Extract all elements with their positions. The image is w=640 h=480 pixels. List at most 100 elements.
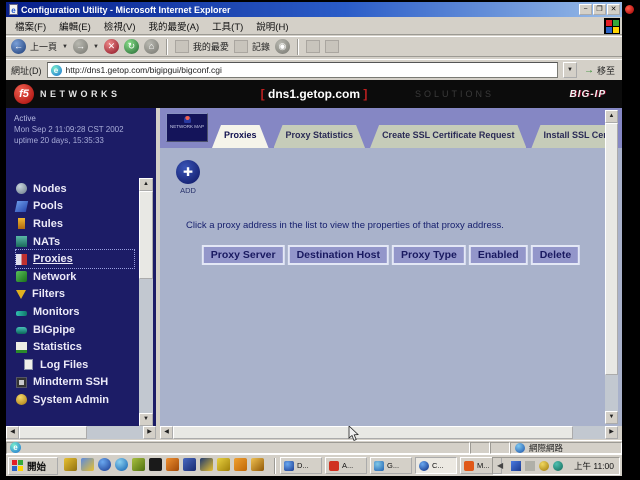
close-button[interactable]: ✕	[607, 4, 620, 15]
hostname: dns1.getop.com	[268, 87, 360, 101]
scroll-left-icon[interactable]: ◀	[6, 426, 19, 439]
home-icon[interactable]: ⌂	[144, 39, 159, 54]
quick-launch-icon[interactable]	[132, 458, 145, 471]
print-icon[interactable]	[325, 40, 339, 53]
quick-launch-icon[interactable]	[115, 458, 128, 471]
tab-install-ssl-certificate[interactable]: Install SSL Certif	[531, 125, 612, 148]
start-button[interactable]: 開始	[8, 457, 58, 475]
task-button[interactable]: D...	[280, 457, 322, 474]
tray-icon[interactable]	[511, 461, 521, 471]
menu-tools[interactable]: 工具(T)	[212, 19, 243, 33]
go-button[interactable]: → 移至	[582, 64, 617, 77]
sidebar-item-filters[interactable]: Filters	[16, 286, 134, 304]
favorites-icon[interactable]	[175, 40, 189, 53]
menu-help[interactable]: 說明(H)	[256, 19, 288, 33]
sidebar-horizontal-scrollbar[interactable]: ◀ ▶	[6, 426, 156, 439]
scroll-left-icon[interactable]: ◀	[160, 426, 173, 439]
quick-launch-icon[interactable]	[200, 458, 213, 471]
tab-create-ssl-certificate-request[interactable]: Create SSL Certificate Request	[370, 125, 526, 148]
sidebar-item-rules[interactable]: Rules	[16, 215, 134, 233]
add-button[interactable]: ✚	[176, 160, 200, 184]
stop-icon[interactable]: ✕	[104, 39, 119, 54]
restore-button[interactable]: ❐	[593, 4, 606, 15]
address-input[interactable]: e http://dns1.getop.com/bigipgui/bigconf…	[47, 62, 558, 78]
scroll-right-icon[interactable]: ▶	[143, 426, 156, 439]
forward-dropdown-icon[interactable]: ▼	[93, 44, 99, 50]
sidebar-item-proxies[interactable]: Proxies	[16, 250, 134, 268]
tray-icon[interactable]	[539, 461, 549, 471]
ie-favicon: e	[51, 65, 62, 76]
sidebar-item-bigpipe[interactable]: BIGpipe	[16, 321, 134, 339]
scrollbar-thumb[interactable]	[19, 426, 87, 439]
scroll-up-icon[interactable]: ▲	[605, 110, 618, 123]
quick-launch-icon[interactable]	[183, 458, 196, 471]
quick-launch-icon[interactable]	[149, 458, 162, 471]
proxies-page: ✚ ADD Click a proxy address in the list …	[160, 148, 622, 426]
back-button[interactable]: 上一頁	[30, 40, 57, 53]
quick-launch-icon[interactable]	[81, 458, 94, 471]
quick-launch-icon[interactable]	[98, 458, 111, 471]
task-button[interactable]: G...	[370, 457, 412, 474]
task-app-icon	[419, 461, 429, 471]
pools-icon	[15, 201, 28, 212]
sidebar-item-nats[interactable]: NATs	[16, 233, 134, 251]
history-icon[interactable]	[234, 40, 248, 53]
task-app-icon	[329, 461, 339, 471]
quick-launch-icon[interactable]	[166, 458, 179, 471]
tray-icon[interactable]	[525, 461, 535, 471]
quick-launch-icon[interactable]	[217, 458, 230, 471]
menu-view[interactable]: 檢視(V)	[104, 19, 136, 33]
history-button[interactable]: 記錄	[252, 40, 270, 53]
quick-launch-bar	[64, 458, 264, 471]
menu-favorites[interactable]: 我的最愛(A)	[148, 19, 199, 33]
scrollbar-thumb[interactable]	[139, 191, 153, 279]
scrollbar-thumb[interactable]	[173, 426, 573, 439]
banner-watermark: SOLUTIONS	[415, 89, 494, 99]
sidebar-vertical-scrollbar[interactable]: ▲ ▼	[139, 178, 153, 426]
minimize-button[interactable]: −	[579, 4, 592, 15]
back-icon[interactable]: ←	[11, 39, 26, 54]
sidebar-item-mindterm-ssh[interactable]: Mindterm SSH	[16, 374, 134, 392]
address-dropdown-icon[interactable]: ▼	[563, 62, 577, 78]
content-horizontal-scrollbar[interactable]: ◀ ▶	[160, 426, 618, 439]
sidebar-item-log-files[interactable]: Log Files	[16, 356, 134, 374]
scroll-down-icon[interactable]: ▼	[605, 411, 618, 424]
quick-launch-icon[interactable]	[251, 458, 264, 471]
menu-edit[interactable]: 編輯(E)	[59, 19, 91, 33]
content-vertical-scrollbar[interactable]: ▲ ▼	[605, 110, 618, 424]
clock[interactable]: 上午 11:00	[574, 460, 614, 472]
mail-icon[interactable]	[306, 40, 320, 53]
tray-icon[interactable]	[553, 461, 563, 471]
task-button[interactable]: A...	[325, 457, 367, 474]
back-dropdown-icon[interactable]: ▼	[62, 44, 68, 50]
quick-launch-icon[interactable]	[64, 458, 77, 471]
column-header-enabled: Enabled	[469, 245, 528, 265]
sidebar-item-nodes[interactable]: Nodes	[16, 180, 134, 198]
rules-icon	[18, 218, 25, 229]
media-icon[interactable]: ◉	[275, 39, 290, 54]
navigation-sidebar: Active Mon Sep 2 11:09:28 CST 2002 uptim…	[6, 108, 158, 426]
scrollbar-thumb[interactable]	[605, 123, 618, 375]
tray-collapse-icon[interactable]: ◀	[497, 461, 507, 471]
scroll-right-icon[interactable]: ▶	[605, 426, 618, 439]
network-map-button[interactable]: NETWORK MAP	[166, 113, 208, 142]
scroll-down-icon[interactable]: ▼	[139, 413, 153, 426]
scroll-up-icon[interactable]: ▲	[139, 178, 153, 191]
column-header-proxy-type: Proxy Type	[392, 245, 466, 265]
sidebar-item-pools[interactable]: Pools	[16, 198, 134, 216]
task-button-active[interactable]: C...	[415, 457, 457, 474]
quick-launch-icon[interactable]	[234, 458, 247, 471]
sidebar-item-monitors[interactable]: Monitors	[16, 303, 134, 321]
refresh-icon[interactable]: ↻	[124, 39, 139, 54]
task-app-icon	[374, 461, 384, 471]
sidebar-item-system-admin[interactable]: System Admin	[16, 391, 134, 409]
tab-proxy-statistics[interactable]: Proxy Statistics	[274, 125, 366, 148]
sidebar-item-statistics[interactable]: Statistics	[16, 338, 134, 356]
menu-file[interactable]: 檔案(F)	[15, 19, 46, 33]
favorites-button[interactable]: 我的最愛	[193, 40, 229, 53]
address-bar: 網址(D) e http://dns1.getop.com/bigipgui/b…	[6, 59, 622, 80]
task-app-icon	[464, 461, 474, 471]
forward-icon[interactable]: →	[73, 39, 88, 54]
sidebar-item-network[interactable]: Network	[16, 268, 134, 286]
tab-proxies[interactable]: Proxies	[212, 125, 269, 148]
